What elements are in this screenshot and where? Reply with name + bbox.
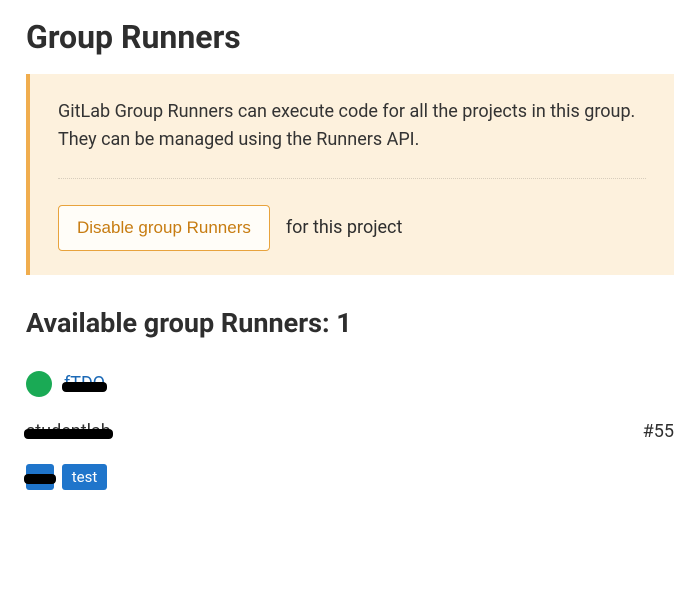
runner-tag[interactable]: s: [26, 464, 54, 490]
panel-divider: [58, 178, 646, 179]
disable-suffix-text: for this project: [286, 217, 402, 238]
group-runners-info-panel: GitLab Group Runners can execute code fo…: [26, 74, 674, 275]
disable-group-runners-button[interactable]: Disable group Runners: [58, 205, 270, 251]
runner-header-row: fTDQ: [26, 371, 674, 397]
runner-item: fTDQ studentlab #55 s test: [26, 371, 674, 490]
runner-id: #55: [643, 421, 674, 442]
status-online-icon: [26, 371, 52, 397]
page-title: Group Runners: [26, 18, 674, 56]
info-panel-description: GitLab Group Runners can execute code fo…: [58, 98, 646, 154]
runner-token-link[interactable]: fTDQ: [64, 373, 105, 394]
runner-tag[interactable]: test: [62, 464, 108, 490]
runner-tags: s test: [26, 464, 674, 490]
panel-actions: Disable group Runners for this project: [58, 205, 646, 251]
runner-description-row: studentlab #55: [26, 421, 674, 442]
available-runners-heading: Available group Runners: 1: [26, 307, 674, 339]
runner-token-text: fTDQ: [64, 373, 105, 394]
runner-description: studentlab: [26, 421, 111, 442]
